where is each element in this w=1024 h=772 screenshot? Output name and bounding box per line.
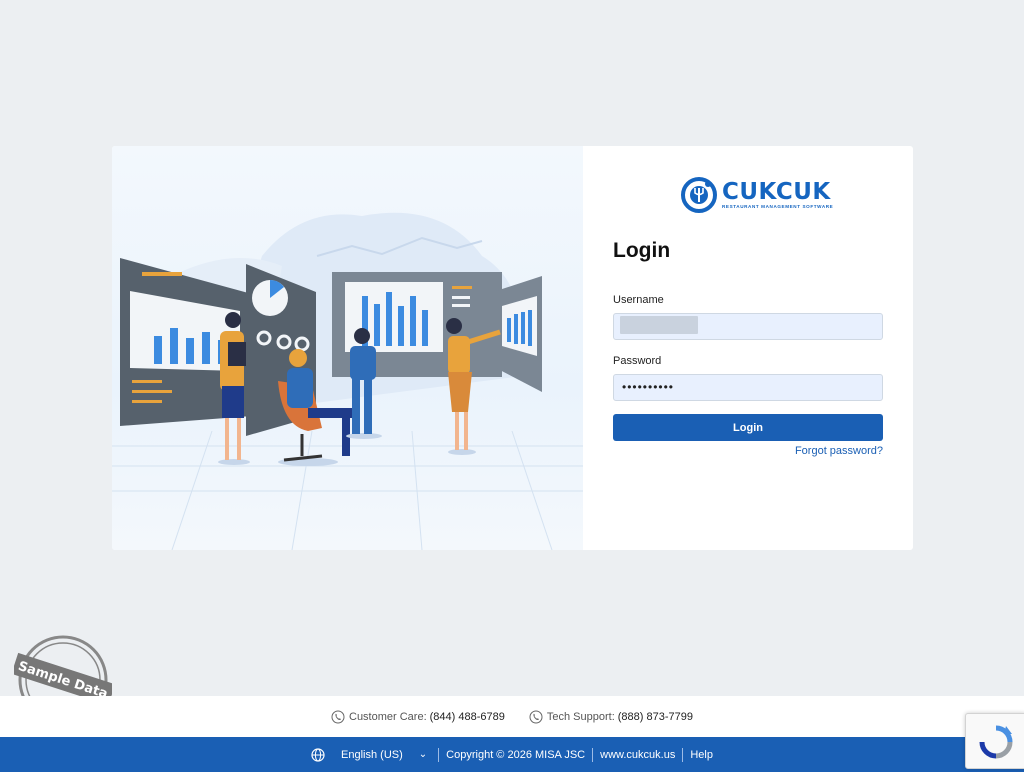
password-input[interactable]: •••••••••• [613, 374, 883, 401]
recaptcha-badge[interactable] [965, 713, 1024, 769]
footer-divider [682, 747, 684, 762]
forgot-password-link[interactable]: Forgot password? [795, 445, 883, 457]
language-selector[interactable]: English (US) [341, 749, 403, 761]
page-title: Login [613, 239, 671, 262]
login-card: CUKCUK RESTAURANT MANAGEMENT SOFTWARE Lo… [112, 146, 913, 550]
help-link[interactable]: Help [690, 749, 713, 761]
tech-support-label: Tech Support: [546, 710, 615, 723]
customer-care[interactable]: Customer Care: (844) 488-6789 [331, 710, 505, 724]
brand-tagline: RESTAURANT MANAGEMENT SOFTWARE [722, 204, 834, 209]
footer-divider [438, 747, 440, 762]
website-link[interactable]: www.cukcuk.us [600, 749, 675, 761]
copyright-text: Copyright © 2026 MISA JSC [446, 748, 586, 761]
brand-name: CUKCUK [722, 179, 831, 205]
cukcuk-logo-icon [681, 177, 717, 213]
login-form-pane: CUKCUK RESTAURANT MANAGEMENT SOFTWARE Lo… [583, 146, 913, 550]
footer-divider [592, 747, 594, 762]
dashboard-illustration [112, 146, 583, 550]
login-button[interactable]: Login [613, 414, 883, 441]
recaptcha-icon [979, 725, 1013, 759]
username-redacted-value [620, 316, 698, 334]
customer-care-label: Customer Care: [349, 710, 427, 723]
contact-bar: Customer Care: (844) 488-6789 Tech Suppo… [0, 696, 1024, 737]
username-label: Username [613, 294, 664, 306]
globe-icon [311, 747, 325, 762]
password-label: Password [613, 355, 662, 367]
phone-icon [529, 710, 543, 723]
customer-care-number: (844) 488-6789 [429, 710, 505, 723]
tech-support-number: (888) 873-7799 [617, 710, 693, 723]
chevron-down-icon[interactable]: ⌄ [419, 749, 427, 760]
phone-icon [331, 710, 345, 723]
footer-bar: English (US) ⌄ Copyright © 2026 MISA JSC… [0, 737, 1024, 772]
tech-support[interactable]: Tech Support: (888) 873-7799 [529, 710, 693, 724]
cukcuk-logo: CUKCUK RESTAURANT MANAGEMENT SOFTWARE [680, 176, 833, 214]
